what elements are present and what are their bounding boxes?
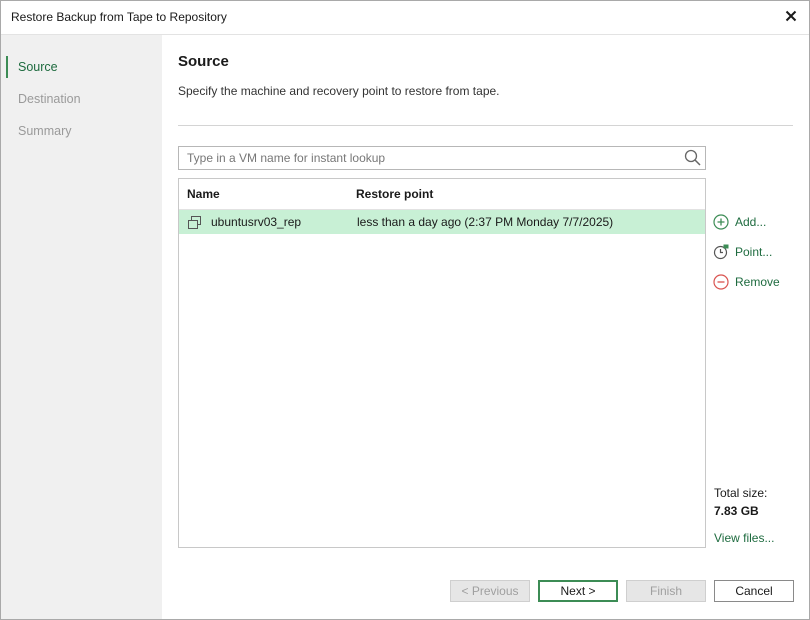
total-size-value: 7.83 GB	[714, 504, 759, 518]
search-icon[interactable]	[683, 148, 703, 168]
clock-icon	[713, 244, 729, 260]
window-title: Restore Backup from Tape to Repository	[11, 10, 227, 24]
page-subtitle: Specify the machine and recovery point t…	[178, 84, 500, 98]
vm-icon	[187, 215, 202, 230]
remove-button-label: Remove	[735, 275, 780, 289]
table-header: Name Restore point	[179, 179, 705, 210]
search-box	[178, 146, 706, 170]
search-input[interactable]	[179, 147, 677, 169]
header-divider	[178, 125, 793, 126]
machines-table: Name Restore point ubuntusrv03_rep less …	[178, 178, 706, 548]
plus-circle-icon	[713, 214, 729, 230]
active-step-marker	[6, 56, 8, 78]
step-source[interactable]: Source	[18, 60, 58, 74]
remove-button[interactable]: Remove	[713, 273, 780, 291]
table-row[interactable]: ubuntusrv03_rep less than a day ago (2:3…	[179, 210, 705, 234]
column-header-name[interactable]: Name	[187, 187, 220, 201]
wizard-window: Restore Backup from Tape to Repository S…	[0, 0, 810, 620]
row-vm-name: ubuntusrv03_rep	[211, 215, 302, 229]
step-summary[interactable]: Summary	[18, 124, 71, 138]
point-button-label: Point...	[735, 245, 773, 259]
step-destination[interactable]: Destination	[18, 92, 81, 106]
finish-button[interactable]: Finish	[626, 580, 706, 602]
cancel-button[interactable]: Cancel	[714, 580, 794, 602]
title-bar: Restore Backup from Tape to Repository	[1, 1, 809, 35]
view-files-link[interactable]: View files...	[714, 531, 774, 545]
page-title: Source	[178, 53, 229, 70]
minus-circle-icon	[713, 274, 729, 290]
total-size-label: Total size:	[714, 486, 768, 500]
previous-button[interactable]: < Previous	[450, 580, 530, 602]
row-restore-point: less than a day ago (2:37 PM Monday 7/7/…	[357, 215, 614, 229]
wizard-content: Source Specify the machine and recovery …	[162, 35, 809, 619]
point-button[interactable]: Point...	[713, 243, 772, 261]
next-button[interactable]: Next >	[538, 580, 618, 602]
close-icon[interactable]	[781, 6, 801, 26]
add-button-label: Add...	[735, 215, 767, 229]
add-button[interactable]: Add...	[713, 213, 766, 231]
column-header-restore-point[interactable]: Restore point	[356, 187, 433, 201]
wizard-steps-sidebar: Source Destination Summary	[1, 35, 162, 619]
